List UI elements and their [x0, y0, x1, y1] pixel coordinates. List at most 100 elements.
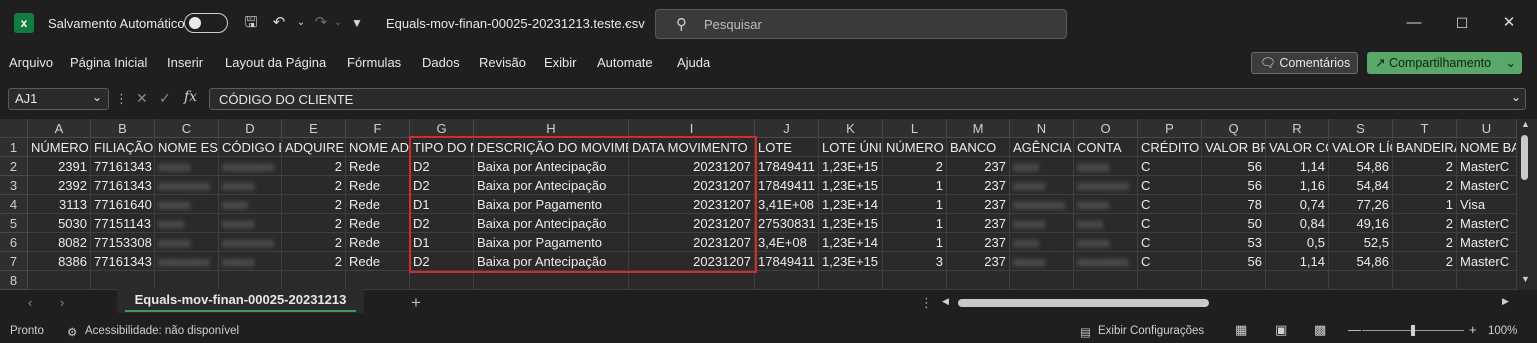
column-header-K[interactable]: K	[819, 119, 883, 138]
file-name[interactable]: Equals-mov-finan-00025-20231213.teste.cs…	[386, 16, 645, 31]
formula-input[interactable]: CÓDIGO DO CLIENTE ⌄	[209, 88, 1526, 110]
menu-pagina-inicial[interactable]: Página Inicial	[70, 55, 147, 70]
next-sheet-icon[interactable]: ›	[60, 295, 64, 310]
data-cell[interactable]: xxxxxxxx	[219, 157, 282, 176]
header-cell[interactable]: VALOR BR	[1202, 138, 1266, 157]
undo-dropdown-icon[interactable]: ⌄	[290, 12, 312, 34]
data-cell[interactable]: 1,23E+15	[819, 252, 883, 271]
header-cell[interactable]: VALOR CO	[1266, 138, 1329, 157]
data-cell[interactable]: Rede	[346, 176, 410, 195]
scroll-right-icon[interactable]: ▶	[1502, 296, 1509, 307]
data-cell[interactable]: 2	[282, 214, 346, 233]
data-cell[interactable]: D2	[410, 176, 474, 195]
data-cell[interactable]: 56	[1202, 252, 1266, 271]
column-header-S[interactable]: S	[1329, 119, 1393, 138]
data-cell[interactable]	[1074, 271, 1138, 290]
data-cell[interactable]: 2	[282, 252, 346, 271]
data-cell[interactable]: Rede	[346, 214, 410, 233]
data-cell[interactable]: 20231207	[629, 195, 755, 214]
data-cell[interactable]: 3	[883, 252, 947, 271]
data-cell[interactable]: Rede	[346, 252, 410, 271]
header-cell[interactable]: NOME ADC	[346, 138, 410, 157]
header-cell[interactable]: NOME BA	[1457, 138, 1517, 157]
data-cell[interactable]	[410, 271, 474, 290]
data-cell[interactable]: 237	[947, 252, 1010, 271]
data-cell[interactable]: 78	[1202, 195, 1266, 214]
menu-formulas[interactable]: Fórmulas	[347, 55, 401, 70]
data-cell[interactable]: 20231207	[629, 233, 755, 252]
data-cell[interactable]: C	[1138, 157, 1202, 176]
data-cell[interactable]: MasterC	[1457, 214, 1517, 233]
data-cell[interactable]: Rede	[346, 233, 410, 252]
data-cell[interactable]: xxxx	[155, 214, 219, 233]
display-settings-icon[interactable]: ▤	[1080, 325, 1091, 339]
data-cell[interactable]: xxxxxxxx	[1074, 176, 1138, 195]
data-cell[interactable]: Baixa por Antecipação	[474, 176, 629, 195]
page-break-view-icon[interactable]: ▩	[1314, 322, 1326, 338]
data-cell[interactable]: MasterC	[1457, 233, 1517, 252]
data-cell[interactable]: xxxx	[219, 195, 282, 214]
share-button[interactable]: ↗ Compartilhamento ⌄	[1367, 52, 1522, 74]
data-cell[interactable]: 77153308	[91, 233, 155, 252]
data-cell[interactable]: D2	[410, 157, 474, 176]
data-cell[interactable]: 3,4E+08	[755, 233, 819, 252]
add-sheet-icon[interactable]: +	[411, 293, 421, 313]
data-cell[interactable]: 237	[947, 214, 1010, 233]
data-cell[interactable]: 20231207	[629, 176, 755, 195]
row-header-7[interactable]: 7	[0, 252, 28, 271]
data-cell[interactable]: 50	[1202, 214, 1266, 233]
menu-inserir[interactable]: Inserir	[167, 55, 203, 70]
spreadsheet-grid[interactable]: ABCDEFGHIJKLMNOPQRSTU12345678NÚMERO SFIL…	[0, 119, 1517, 290]
cancel-formula-icon[interactable]: ✕	[136, 90, 148, 107]
header-cell[interactable]: ADQUIREN	[282, 138, 346, 157]
data-cell[interactable]: 56	[1202, 157, 1266, 176]
data-cell[interactable]: 2	[282, 233, 346, 252]
header-cell[interactable]: NÚMERO I	[883, 138, 947, 157]
data-cell[interactable]: xxxxx	[1010, 252, 1074, 271]
data-cell[interactable]: Baixa por Pagamento	[474, 233, 629, 252]
data-cell[interactable]: 1	[883, 214, 947, 233]
data-cell[interactable]	[282, 271, 346, 290]
data-cell[interactable]: Baixa por Antecipação	[474, 214, 629, 233]
data-cell[interactable]: 2	[1393, 252, 1457, 271]
data-cell[interactable]: xxxxx	[1074, 157, 1138, 176]
data-cell[interactable]: 1	[883, 195, 947, 214]
header-cell[interactable]: BANCO	[947, 138, 1010, 157]
column-header-I[interactable]: I	[629, 119, 755, 138]
menu-automate[interactable]: Automate	[597, 55, 653, 70]
data-cell[interactable]	[91, 271, 155, 290]
header-cell[interactable]: AGÊNCIA	[1010, 138, 1074, 157]
data-cell[interactable]: 1,23E+15	[819, 176, 883, 195]
data-cell[interactable]	[883, 271, 947, 290]
column-header-E[interactable]: E	[282, 119, 346, 138]
menu-revisao[interactable]: Revisão	[479, 55, 526, 70]
data-cell[interactable]: xxxxx	[219, 252, 282, 271]
data-cell[interactable]: C	[1138, 195, 1202, 214]
data-cell[interactable]: xxxxxxxx	[1010, 195, 1074, 214]
data-cell[interactable]	[155, 271, 219, 290]
data-cell[interactable]: C	[1138, 176, 1202, 195]
zoom-in-icon[interactable]: +	[1469, 322, 1477, 337]
data-cell[interactable]: C	[1138, 252, 1202, 271]
scroll-down-icon[interactable]: ▼	[1521, 274, 1530, 284]
data-cell[interactable]: 77,26	[1329, 195, 1393, 214]
undo-icon[interactable]: ↶	[268, 12, 290, 34]
data-cell[interactable]: 2	[282, 195, 346, 214]
column-header-R[interactable]: R	[1266, 119, 1329, 138]
expand-formula-icon[interactable]: ⌄	[1511, 90, 1521, 104]
data-cell[interactable]: 2	[1393, 157, 1457, 176]
data-cell[interactable]: 1	[883, 233, 947, 252]
data-cell[interactable]: 27530831	[755, 214, 819, 233]
data-cell[interactable]: 1	[883, 176, 947, 195]
display-settings-label[interactable]: Exibir Configurações	[1098, 325, 1204, 337]
column-header-J[interactable]: J	[755, 119, 819, 138]
column-header-H[interactable]: H	[474, 119, 629, 138]
column-header-Q[interactable]: Q	[1202, 119, 1266, 138]
data-cell[interactable]: 1,14	[1266, 252, 1329, 271]
data-cell[interactable]	[1329, 271, 1393, 290]
menu-arquivo[interactable]: Arquivo	[9, 55, 53, 70]
header-cell[interactable]: VALOR LÍC	[1329, 138, 1393, 157]
data-cell[interactable]: 0,74	[1266, 195, 1329, 214]
enter-formula-icon[interactable]: ✓	[159, 90, 171, 107]
column-header-M[interactable]: M	[947, 119, 1010, 138]
